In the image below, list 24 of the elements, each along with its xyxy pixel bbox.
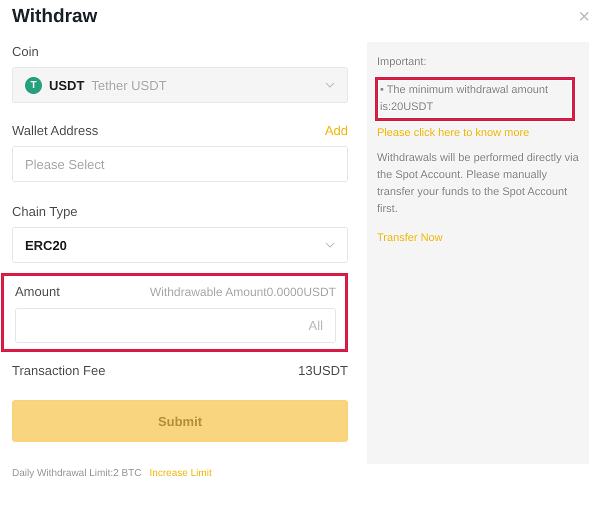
field-label: Amount [15, 284, 60, 299]
wallet-address-field[interactable]: Please Select [12, 146, 348, 182]
coin-icon: T [25, 76, 42, 94]
fee-label: Transaction Fee [12, 363, 106, 378]
transfer-now-link[interactable]: Transfer Now [377, 230, 443, 247]
chevron-icon [325, 242, 335, 248]
coin-select[interactable]: T USDT Tether USDT [12, 67, 348, 103]
notice-text: Withdrawals will be performed directly via the Spot Account. Please manually transfer your funds to the Spot Account first. [377, 151, 579, 217]
dialog-title: Withdraw [12, 6, 98, 28]
daily-limit-text: Daily Withdrawal Limit:2 BTC [12, 468, 142, 479]
withdrawable-amount: Withdrawable Amount0.0000USDT [150, 284, 336, 298]
chain-select[interactable]: ERC20 [12, 227, 348, 263]
amount-field[interactable]: All [15, 308, 336, 343]
add-link[interactable]: Add [324, 123, 348, 138]
field-label: Coin [12, 44, 40, 59]
notice-heading: Important: [377, 55, 427, 70]
minimum-amount-note: • The minimum withdrawal amount is:20USDT [375, 77, 575, 121]
know-more-link[interactable]: Please click here to know more [377, 125, 530, 142]
fee-value: 13USDT [298, 363, 348, 378]
field-label: Chain Type [12, 204, 79, 219]
field-label: Wallet Address [12, 123, 98, 138]
increase-limit-link[interactable]: Increase Limit [149, 468, 212, 479]
close-button[interactable]: × [578, 7, 590, 27]
chevron-icon [325, 82, 335, 88]
